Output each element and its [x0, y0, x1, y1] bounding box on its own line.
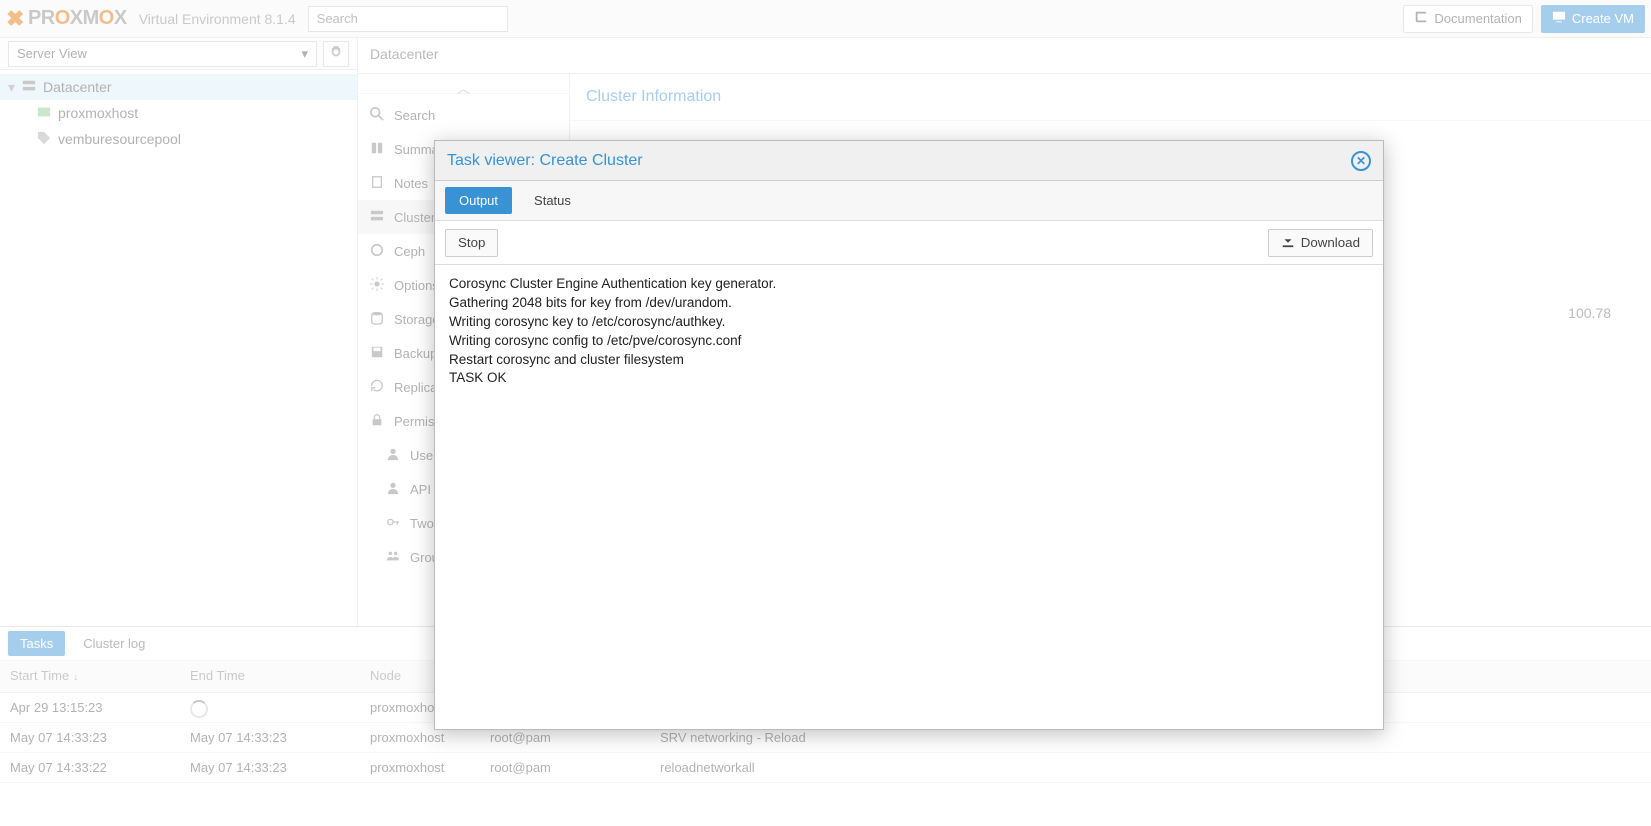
- logo-text: PROXMOX: [28, 7, 127, 30]
- config-menu-label: Search: [394, 108, 435, 123]
- sidebar-settings-button[interactable]: [323, 41, 349, 67]
- cell-start: May 07 14:33:22: [0, 753, 180, 782]
- create-vm-button[interactable]: Create VM: [1541, 5, 1645, 33]
- task-viewer-dialog: Task viewer: Create Cluster ✕ Output Sta…: [434, 140, 1384, 730]
- server-icon: [370, 209, 384, 226]
- config-menu-label: Notes: [394, 176, 428, 191]
- resource-tree: ▾ Datacenter proxmoxhost vemburesourcepo…: [0, 70, 357, 626]
- book-icon: [370, 141, 384, 158]
- dialog-tabs: Output Status: [435, 181, 1383, 221]
- product-title: Virtual Environment 8.1.4: [139, 11, 296, 27]
- chevron-down-icon: ▾: [8, 79, 15, 96]
- db-icon: [370, 311, 384, 328]
- config-menu-label: Options: [394, 278, 439, 293]
- download-button[interactable]: Download: [1268, 229, 1373, 257]
- cell-node: proxmoxhost: [360, 753, 480, 782]
- cell-desc: reloadnetworkall: [650, 753, 1651, 782]
- ceph-icon: [370, 243, 384, 260]
- col-start-time[interactable]: Start Time↓: [0, 661, 180, 692]
- tree-node-host[interactable]: proxmoxhost: [0, 100, 357, 126]
- cell-end: May 07 14:33:23: [180, 753, 360, 782]
- config-menu-label: Storage: [394, 312, 440, 327]
- logo-x-icon: ✖: [6, 6, 24, 32]
- output-line: Restart corosync and cluster filesystem: [449, 351, 1369, 370]
- view-selector-label: Server View: [17, 46, 87, 61]
- dialog-title: Task viewer: Create Cluster: [447, 152, 643, 170]
- tree-node-label: Datacenter: [43, 79, 111, 95]
- col-end-time[interactable]: End Time: [180, 661, 360, 692]
- sidebar-header: Server View ▾: [0, 38, 357, 70]
- spinner-icon: [190, 700, 208, 718]
- chevron-down-icon: ▾: [301, 46, 308, 62]
- panel-title: Cluster Information: [570, 74, 1651, 121]
- node-icon: [36, 105, 52, 122]
- gear-icon: [329, 45, 343, 62]
- cell-end: May 07 14:33:23: [180, 723, 360, 752]
- output-line: Writing corosync key to /etc/corosync/au…: [449, 313, 1369, 332]
- download-label: Download: [1301, 235, 1360, 250]
- user-icon: [386, 481, 400, 498]
- cell-end: [180, 693, 360, 722]
- proxmox-logo: ✖ PROXMOX: [6, 6, 127, 32]
- output-line: Corosync Cluster Engine Authentication k…: [449, 275, 1369, 294]
- search-icon: [370, 107, 384, 124]
- tree-node-datacenter[interactable]: ▾ Datacenter: [0, 74, 357, 100]
- ip-fragment: 100.78: [1568, 305, 1611, 321]
- dialog-header[interactable]: Task viewer: Create Cluster ✕: [435, 141, 1383, 181]
- stop-button[interactable]: Stop: [445, 229, 498, 257]
- config-menu-label: Ceph: [394, 244, 425, 259]
- output-line: TASK OK: [449, 369, 1369, 388]
- tag-icon: [36, 131, 52, 148]
- key-icon: [386, 515, 400, 532]
- file-icon: [370, 175, 384, 192]
- tab-status[interactable]: Status: [520, 187, 585, 214]
- cell-start: Apr 29 13:15:23: [0, 693, 180, 722]
- tree-node-label: proxmoxhost: [58, 105, 138, 121]
- monitor-icon: [1552, 10, 1566, 27]
- view-selector[interactable]: Server View ▾: [8, 41, 317, 67]
- save-icon: [370, 345, 384, 362]
- config-menu-item-search[interactable]: Search: [358, 98, 569, 132]
- global-search-input[interactable]: [308, 6, 508, 32]
- refresh-icon: [370, 379, 384, 396]
- server-icon: [21, 79, 37, 96]
- tab-output[interactable]: Output: [445, 187, 512, 214]
- breadcrumb: Datacenter: [358, 38, 1651, 74]
- download-icon: [1281, 234, 1295, 251]
- output-line: Gathering 2048 bits for key from /dev/ur…: [449, 294, 1369, 313]
- task-row[interactable]: May 07 14:33:22May 07 14:33:23proxmoxhos…: [0, 753, 1651, 783]
- book-icon: [1414, 10, 1428, 27]
- lock-icon: [370, 413, 384, 430]
- cell-start: May 07 14:33:23: [0, 723, 180, 752]
- tree-node-pool[interactable]: vemburesourcepool: [0, 126, 357, 152]
- task-output: Corosync Cluster Engine Authentication k…: [435, 265, 1383, 729]
- config-menu-label: Cluster: [394, 210, 435, 225]
- tab-tasks[interactable]: Tasks: [8, 631, 65, 656]
- tab-cluster-log[interactable]: Cluster log: [71, 631, 157, 656]
- user-icon: [386, 447, 400, 464]
- collapse-handle[interactable]: ︿: [358, 78, 569, 94]
- output-line: Writing corosync config to /etc/pve/coro…: [449, 332, 1369, 351]
- close-icon[interactable]: ✕: [1351, 151, 1371, 171]
- top-header: ✖ PROXMOX Virtual Environment 8.1.4 Docu…: [0, 0, 1651, 38]
- group-icon: [386, 549, 400, 566]
- gear-icon: [370, 277, 384, 294]
- create-vm-label: Create VM: [1572, 11, 1634, 26]
- documentation-label: Documentation: [1434, 11, 1521, 26]
- dialog-toolbar: Stop Download: [435, 221, 1383, 265]
- tree-node-label: vemburesourcepool: [58, 131, 181, 147]
- resource-tree-sidebar: Server View ▾ ▾ Datacenter proxmoxhost v…: [0, 38, 358, 626]
- cell-user: root@pam: [480, 753, 650, 782]
- documentation-button[interactable]: Documentation: [1403, 5, 1532, 33]
- sort-down-icon: ↓: [73, 672, 78, 683]
- config-menu-label: Backup: [394, 346, 437, 361]
